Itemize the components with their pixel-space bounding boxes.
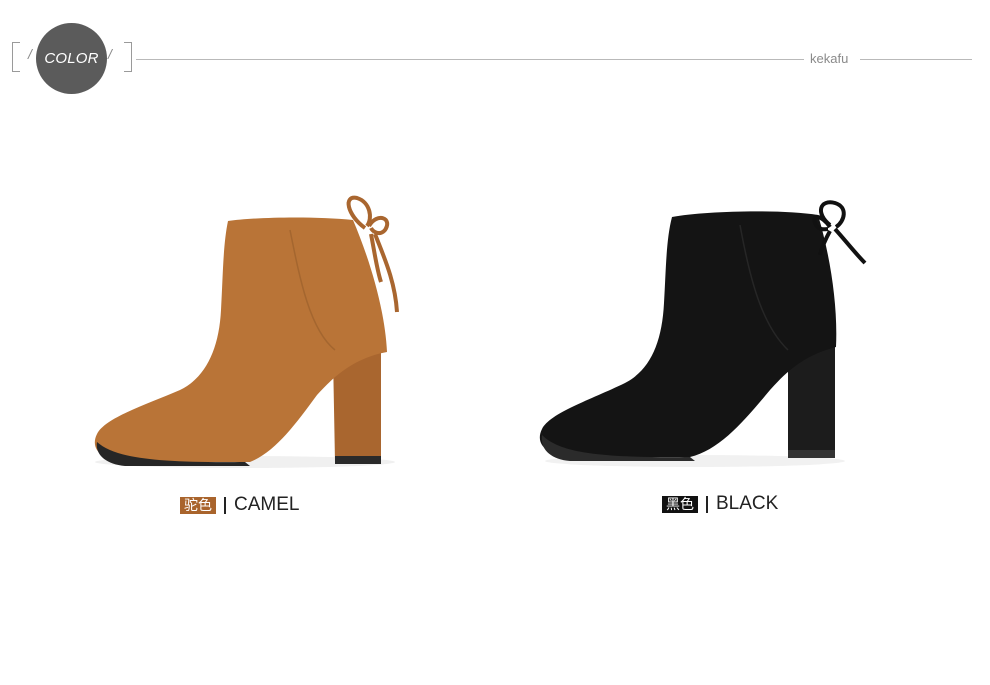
left-bracket xyxy=(12,42,20,72)
caption-divider xyxy=(706,495,708,513)
color-tag-camel: 驼色 xyxy=(180,496,216,514)
color-name-camel: CAMEL xyxy=(234,494,300,515)
color-tag-black: 黑色 xyxy=(662,495,698,513)
brand-name: kekafu xyxy=(810,51,849,66)
slash-left: / xyxy=(28,46,32,62)
camel-boot-image xyxy=(94,195,399,468)
color-name-black: BLACK xyxy=(716,493,779,514)
right-bracket xyxy=(124,42,132,72)
caption-divider xyxy=(224,496,226,514)
slash-right: / xyxy=(108,46,112,62)
caption-camel: 驼色 CAMEL xyxy=(180,494,299,516)
black-boot-image xyxy=(539,200,867,467)
header-rule xyxy=(136,59,804,60)
color-badge: COLOR xyxy=(36,23,107,94)
section-header: / COLOR / kekafu xyxy=(0,0,990,110)
product-image-black xyxy=(530,195,880,480)
header-rule-tail xyxy=(860,59,972,60)
product-image-camel xyxy=(85,190,425,480)
caption-black: 黑色 BLACK xyxy=(662,493,778,515)
color-badge-label: COLOR xyxy=(44,50,99,67)
